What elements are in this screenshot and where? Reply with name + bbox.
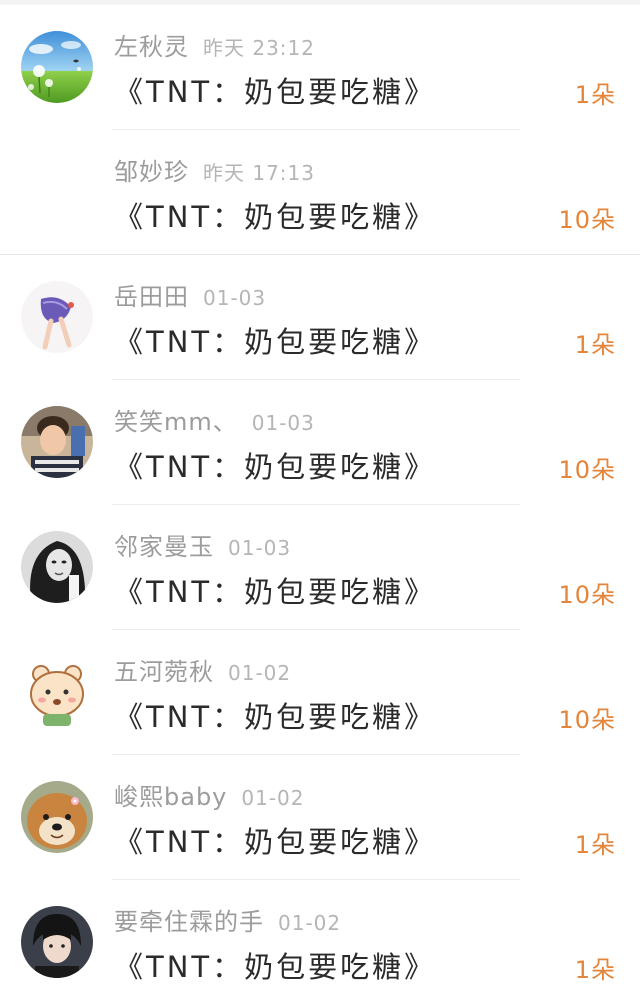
sender-line: 峻熙baby 01-02 xyxy=(114,777,305,811)
gift-amount: 10朵 xyxy=(558,706,616,734)
boy-photo-avatar[interactable] xyxy=(21,406,93,478)
sender-name[interactable]: 邻家曼玉 xyxy=(114,533,214,561)
gift-amount: 1朵 xyxy=(574,331,616,359)
gift-amount: 10朵 xyxy=(558,206,616,234)
dancer-illustration-avatar[interactable] xyxy=(21,281,93,353)
sender-line: 笑笑mm、 01-03 xyxy=(114,402,315,436)
sender-name[interactable]: 峻熙baby xyxy=(114,783,227,811)
gift-amount: 10朵 xyxy=(558,581,616,609)
gift-time: 昨天 17:13 xyxy=(203,161,315,185)
gift-row[interactable]: 五河菀秋 01-02 《TNT：奶包要吃糖》 10朵 xyxy=(0,630,640,755)
sender-line: 邹妙珍 昨天 17:13 xyxy=(114,152,315,186)
gift-list: 左秋灵 昨天 23:12 《TNT：奶包要吃糖》 1朵 邹妙珍 昨天 17:13 《… xyxy=(0,5,640,1005)
shiba-dog-avatar[interactable] xyxy=(21,781,93,853)
sender-line: 岳田田 01-03 xyxy=(114,277,266,311)
gift-row[interactable]: 峻熙baby 01-02 《TNT：奶包要吃糖》 1朵 xyxy=(0,755,640,880)
gift-row[interactable]: 笑笑mm、 01-03 《TNT：奶包要吃糖》 10朵 xyxy=(0,380,640,505)
gift-time: 01-02 xyxy=(228,661,292,685)
sender-name[interactable]: 邹妙珍 xyxy=(114,158,189,186)
sender-name[interactable]: 五河菀秋 xyxy=(114,658,214,686)
gift-time: 01-03 xyxy=(228,536,292,560)
book-title[interactable]: 《TNT：奶包要吃糖》 xyxy=(114,319,436,361)
sender-name[interactable]: 要牵住霖的手 xyxy=(114,908,264,936)
dandelion-field-avatar[interactable] xyxy=(21,31,93,103)
gift-amount: 1朵 xyxy=(574,81,616,109)
gift-time: 01-03 xyxy=(251,411,315,435)
sender-line: 五河菀秋 01-02 xyxy=(114,652,291,686)
book-title[interactable]: 《TNT：奶包要吃糖》 xyxy=(114,819,436,861)
gift-row[interactable]: 左秋灵 昨天 23:12 《TNT：奶包要吃糖》 1朵 xyxy=(0,5,640,130)
gift-row[interactable]: 邻家曼玉 01-03 《TNT：奶包要吃糖》 10朵 xyxy=(0,505,640,630)
sender-name[interactable]: 笑笑mm、 xyxy=(114,408,238,436)
sender-name[interactable]: 岳田田 xyxy=(114,283,189,311)
book-title[interactable]: 《TNT：奶包要吃糖》 xyxy=(114,694,436,736)
book-title[interactable]: 《TNT：奶包要吃糖》 xyxy=(114,944,436,986)
sender-line: 要牵住霖的手 01-02 xyxy=(114,902,341,936)
gift-amount: 1朵 xyxy=(574,956,616,984)
book-title[interactable]: 《TNT：奶包要吃糖》 xyxy=(114,444,436,486)
gift-row[interactable]: 岳田田 01-03 《TNT：奶包要吃糖》 1朵 xyxy=(0,255,640,380)
gift-amount: 10朵 xyxy=(558,456,616,484)
bw-portrait-avatar[interactable] xyxy=(21,531,93,603)
gift-amount: 1朵 xyxy=(574,831,616,859)
dark-hair-boy-avatar[interactable] xyxy=(21,906,93,978)
gift-record-page: 左秋灵 昨天 23:12 《TNT：奶包要吃糖》 1朵 邹妙珍 昨天 17:13 《… xyxy=(0,0,640,1006)
sender-line: 左秋灵 昨天 23:12 xyxy=(114,27,315,61)
gift-time: 01-02 xyxy=(278,911,342,935)
book-title[interactable]: 《TNT：奶包要吃糖》 xyxy=(114,569,436,611)
gift-row[interactable]: 邹妙珍 昨天 17:13 《TNT：奶包要吃糖》 10朵 xyxy=(0,130,640,255)
gift-time: 昨天 23:12 xyxy=(203,36,315,60)
gift-time: 01-02 xyxy=(241,786,305,810)
book-title[interactable]: 《TNT：奶包要吃糖》 xyxy=(114,69,436,111)
empty-avatar xyxy=(21,156,93,228)
cartoon-bear-avatar[interactable] xyxy=(21,656,93,728)
sender-line: 邻家曼玉 01-03 xyxy=(114,527,291,561)
gift-time: 01-03 xyxy=(203,286,267,310)
gift-row[interactable]: 要牵住霖的手 01-02 《TNT：奶包要吃糖》 1朵 xyxy=(0,880,640,1005)
sender-name[interactable]: 左秋灵 xyxy=(114,33,189,61)
book-title[interactable]: 《TNT：奶包要吃糖》 xyxy=(114,194,436,236)
